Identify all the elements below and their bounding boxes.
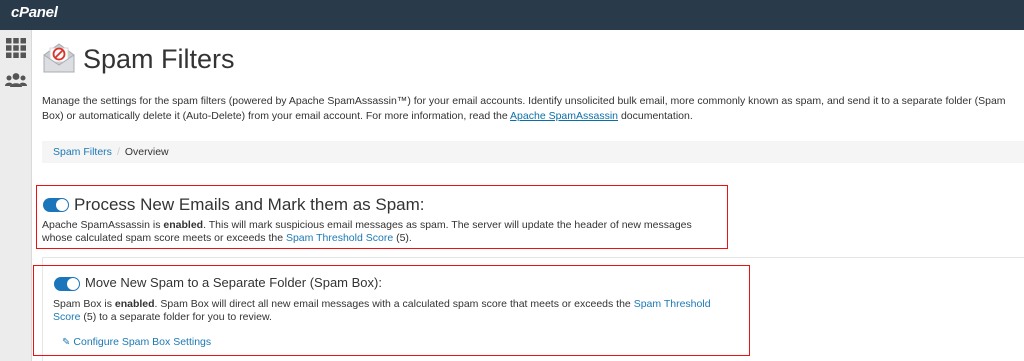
- spambox-status: enabled: [114, 298, 155, 310]
- spambox-description: Spam Box is enabled. Spam Box will direc…: [53, 298, 713, 324]
- spambox-toggle[interactable]: [54, 277, 80, 291]
- section-divider: [42, 257, 1024, 258]
- process-status: enabled: [163, 219, 204, 231]
- breadcrumb-overview: Overview: [124, 146, 169, 158]
- left-sidebar: [0, 30, 32, 361]
- description-text-end: documentation.: [618, 110, 693, 122]
- spambox-text-3: (5) to a separate folder for you to revi…: [80, 311, 272, 323]
- spam-envelope-icon: [43, 43, 75, 73]
- toggle-knob: [67, 278, 79, 290]
- breadcrumb-separator: /: [116, 146, 120, 158]
- process-text-3: (5).: [393, 232, 412, 244]
- process-heading: Process New Emails and Mark them as Spam…: [74, 195, 425, 214]
- spambox-text: Spam Box is: [53, 298, 115, 310]
- apache-spamassassin-link[interactable]: Apache SpamAssassin: [510, 110, 618, 122]
- spambox-text-2: . Spam Box will direct all new email mes…: [154, 298, 634, 310]
- apps-grid-icon[interactable]: [5, 37, 27, 59]
- toggle-knob: [56, 199, 68, 211]
- process-description: Apache SpamAssassin is enabled. This wil…: [42, 219, 692, 245]
- users-icon[interactable]: [5, 70, 27, 92]
- process-text: Apache SpamAssassin is: [42, 219, 164, 231]
- page-description: Manage the settings for the spam filters…: [42, 94, 1017, 124]
- process-spam-toggle[interactable]: [43, 198, 69, 212]
- top-navbar: cPanel: [0, 0, 1024, 30]
- configure-spambox-label: Configure Spam Box Settings: [73, 336, 212, 348]
- page-title: Spam Filters: [83, 44, 235, 74]
- breadcrumb: Spam Filters / Overview: [42, 141, 1024, 163]
- breadcrumb-spam-filters[interactable]: Spam Filters: [53, 146, 112, 158]
- spam-threshold-link[interactable]: Spam Threshold Score: [286, 232, 393, 244]
- configure-spambox-link[interactable]: ✎ Configure Spam Box Settings: [62, 336, 211, 348]
- cpanel-logo[interactable]: cPanel: [11, 4, 58, 21]
- spambox-heading: Move New Spam to a Separate Folder (Spam…: [85, 275, 382, 290]
- pencil-icon: ✎: [62, 337, 71, 348]
